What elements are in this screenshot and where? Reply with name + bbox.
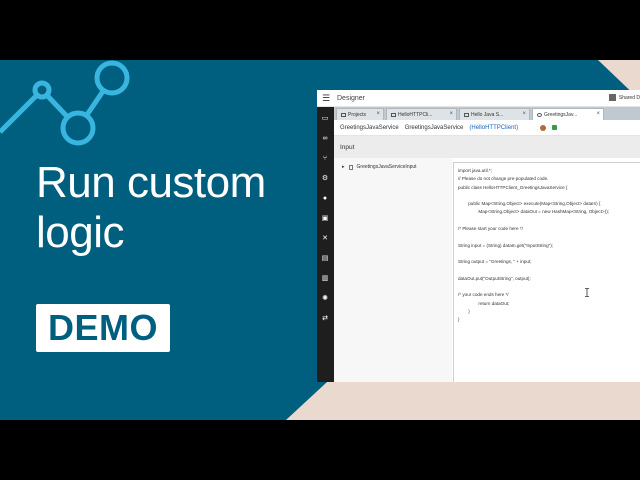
section-header: Input xyxy=(334,136,640,158)
tab-hello-java-service[interactable]: Hello Java S... × xyxy=(459,108,530,120)
demo-badge: DEMO xyxy=(36,304,170,352)
code-line: return dataOut; xyxy=(458,300,510,306)
connector-icon[interactable]: ✕ xyxy=(321,235,329,243)
letterbox-bottom xyxy=(0,420,640,480)
breadcrumb-link[interactable]: (HelloHTTPClient) xyxy=(469,125,518,131)
app-title: Designer xyxy=(337,94,366,102)
code-line: public class HelloHTTPClient_GreetingsJa… xyxy=(458,184,568,190)
code-editor[interactable]: import java.util.*; // Please do not chan… xyxy=(453,162,640,382)
slide-title: Run custom logic xyxy=(36,158,266,257)
document-icon xyxy=(348,164,353,170)
code-line: // Please do not change pre-populated co… xyxy=(458,176,549,182)
gear-icon xyxy=(537,112,542,117)
avatar[interactable] xyxy=(540,124,547,131)
lock-icon xyxy=(552,125,558,130)
breadcrumb: GreetingsJavaService GreetingsJavaServic… xyxy=(334,120,640,136)
code-line: /* your code ends here */ xyxy=(458,292,509,298)
branch-icon[interactable]: ⑂ xyxy=(321,155,329,163)
chart-icon xyxy=(464,112,469,117)
left-sidebar: ▭ ∞ ⑂ ⚙ ● ▣ ✕ ▤ ▥ ✺ ⇄ xyxy=(317,107,334,382)
tab-label: Hello Java S... xyxy=(471,111,504,118)
tree-item-label: GreetingsJavaServiceInput xyxy=(356,164,417,170)
code-line: } xyxy=(458,309,470,315)
code-line: String output = "Greetings, " + input; xyxy=(458,259,532,265)
tab-bar: Projects × HelloHTTPCli... × Hello Java … xyxy=(334,107,640,120)
close-icon[interactable]: × xyxy=(522,111,526,117)
tab-label: GreetingsJav... xyxy=(544,111,578,118)
tab-label: Projects xyxy=(348,111,367,118)
tree-item[interactable]: ▸ GreetingsJavaServiceInput xyxy=(342,164,417,170)
close-icon[interactable]: × xyxy=(376,111,380,117)
box-icon[interactable]: ▣ xyxy=(321,215,329,223)
account-label: Shared D xyxy=(618,94,640,101)
code-line: } xyxy=(458,317,460,323)
network-graph-icon xyxy=(0,60,130,146)
transfer-icon[interactable]: ⇄ xyxy=(321,315,329,323)
gear-icon[interactable]: ✺ xyxy=(321,295,329,303)
close-icon[interactable]: × xyxy=(449,111,453,117)
account-switcher[interactable]: Shared D xyxy=(608,94,640,101)
code-line: dataOut.put("OutputString", output); xyxy=(458,275,531,281)
breadcrumb-current: GreetingsJavaService xyxy=(404,124,464,131)
close-icon[interactable]: × xyxy=(596,111,600,117)
chart-icon[interactable]: ▥ xyxy=(321,275,329,283)
breadcrumb-parent[interactable]: GreetingsJavaService xyxy=(340,125,399,131)
tab-greetingsjavaservice[interactable]: GreetingsJav... × xyxy=(532,108,604,120)
demo-badge-label: DEMO xyxy=(48,307,158,348)
building-icon xyxy=(608,94,616,101)
location-icon[interactable]: ● xyxy=(321,195,329,203)
caret-right-icon[interactable]: ▸ xyxy=(342,164,345,170)
section-title: Input xyxy=(340,143,355,151)
code-line: Map<String,Object> dataOut = new HashMap… xyxy=(458,209,610,215)
code-line: import java.util.*; xyxy=(458,168,492,173)
folder-icon xyxy=(341,112,346,117)
tab-projects[interactable]: Projects × xyxy=(336,108,384,120)
code-line: /* Please start your code here */ xyxy=(458,226,523,232)
document-icon[interactable]: ▤ xyxy=(321,255,329,263)
letterbox-top xyxy=(0,0,640,60)
code-line: public Map<String,Object> execute(Map<St… xyxy=(458,201,601,207)
folder-icon xyxy=(391,112,396,117)
tab-hellohttpclient[interactable]: HelloHTTPCli... × xyxy=(386,108,457,120)
folder-icon[interactable]: ▭ xyxy=(321,115,329,123)
menu-icon[interactable]: ☰ xyxy=(317,93,335,104)
title-slide: Run custom logic DEMO ☰ Designer Shared … xyxy=(0,60,640,420)
input-tree-panel: ▸ GreetingsJavaServiceInput xyxy=(334,158,452,382)
designer-app-window: ☰ Designer Shared D ▭ ∞ ⑂ ⚙ ● ▣ ✕ ▤ ▥ ✺ … xyxy=(317,90,640,382)
app-header: ☰ Designer Shared D xyxy=(317,90,640,107)
text-cursor-icon xyxy=(585,288,589,297)
settings-icon[interactable]: ⚙ xyxy=(321,175,329,183)
tab-label: HelloHTTPCli... xyxy=(398,111,433,118)
code-line: String input = (String) dataIn.get("Inpu… xyxy=(458,242,554,248)
link-icon[interactable]: ∞ xyxy=(321,135,329,143)
